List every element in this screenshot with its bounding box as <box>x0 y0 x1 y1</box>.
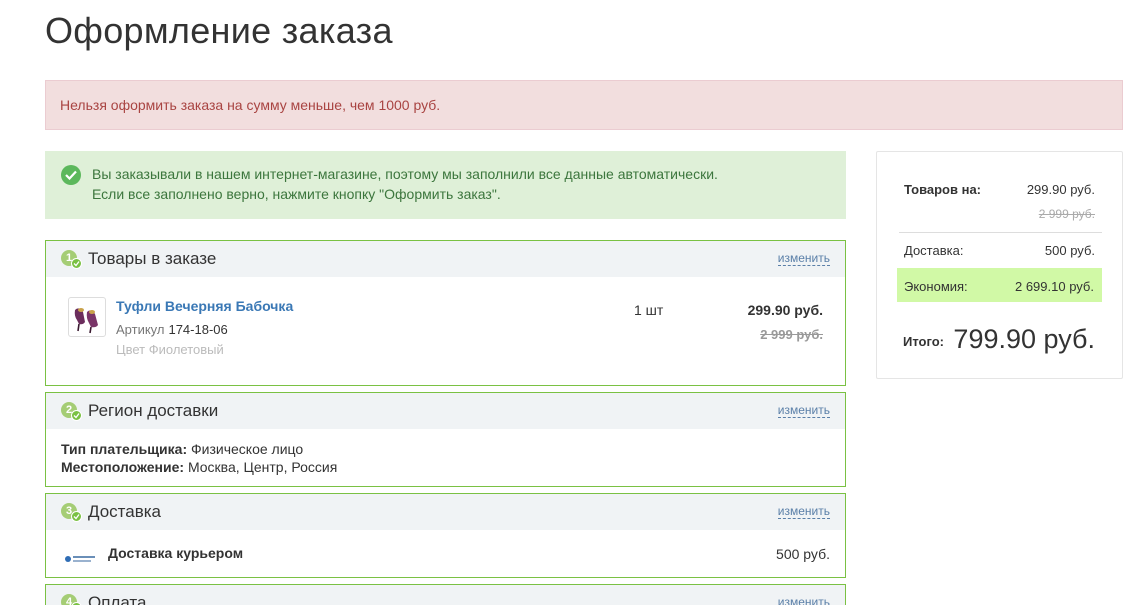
summary-economy-value: 2 699.10 руб. <box>1014 279 1094 294</box>
product-quantity: 1 шт <box>634 302 664 318</box>
section-region-title: Регион доставки <box>88 401 219 420</box>
summary-delivery-label: Доставка: <box>904 243 964 258</box>
summary-total-value: 799.90 руб. <box>953 324 1095 354</box>
section-delivery-title: Доставка <box>88 502 162 521</box>
section-delivery-header[interactable]: 3 Доставка изменить <box>46 494 845 530</box>
shoe-image-icon <box>74 308 98 334</box>
location-label: Местоположение: <box>61 459 185 475</box>
error-message: Нельзя оформить заказа на сумму меньше, … <box>60 97 441 113</box>
change-region-link[interactable]: изменить <box>777 404 830 418</box>
product-color: Цвет Фиолетовый <box>116 342 224 356</box>
payer-type-label: Тип плательщика: <box>61 441 188 457</box>
section-region: 2 Регион доставки изменить Тип плательщи… <box>45 392 846 487</box>
product-old-price: 2 999 руб. <box>760 327 823 342</box>
courier-delivery-logo-icon <box>64 550 96 562</box>
step-number-badge: 3 <box>61 503 82 522</box>
change-payment-link[interactable]: изменить <box>778 596 830 605</box>
product-price: 299.90 руб. <box>747 302 823 318</box>
section-goods: 1 Товары в заказе изменить Туфли Вечерня… <box>45 240 846 386</box>
step-done-check-icon <box>71 410 82 421</box>
summary-goods-old-value: 2 999 руб. <box>1038 207 1095 221</box>
summary-total-label: Итого: <box>903 334 944 349</box>
section-payment: 4 Оплата изменить <box>45 584 846 605</box>
section-goods-title: Товары в заказе <box>88 249 217 268</box>
summary-goods-value: 299.90 руб. <box>1026 182 1095 197</box>
location-value: Москва, Центр, Россия <box>187 459 338 475</box>
product-article: Артикул 174-18-06 <box>116 322 228 337</box>
product-name-link[interactable]: Туфли Вечерняя Бабочка <box>116 298 293 314</box>
section-delivery: 3 Доставка изменить Доставка курьером 50… <box>45 493 846 578</box>
summary-economy-row: Экономия: 2 699.10 руб. <box>897 268 1102 302</box>
success-message-line1: Вы заказывали в нашем интернет-магазине,… <box>92 166 718 182</box>
product-article-value: 174-18-06 <box>168 322 228 337</box>
section-goods-header[interactable]: 1 Товары в заказе изменить <box>46 241 845 277</box>
summary-economy-label: Экономия: <box>904 279 968 294</box>
change-goods-link[interactable]: изменить <box>777 252 830 266</box>
order-summary-panel: Товаров на: 299.90 руб. 2 999 руб. Доста… <box>876 151 1123 379</box>
product-thumbnail[interactable] <box>68 297 106 337</box>
success-message-line2: Если все заполнено верно, нажмите кнопку… <box>92 186 501 202</box>
summary-goods-label: Товаров на: <box>904 182 982 197</box>
page-title: Оформление заказа <box>45 10 393 51</box>
delivery-method-name: Доставка курьером <box>108 545 244 561</box>
step-done-check-icon <box>71 258 82 269</box>
min-order-error-alert: Нельзя оформить заказа на сумму меньше, … <box>45 80 1123 130</box>
step-number-badge: 4 <box>61 594 82 605</box>
change-delivery-link[interactable]: изменить <box>777 505 830 519</box>
payer-type-row: Тип плательщика: Физическое лицо <box>61 441 303 457</box>
delivery-method-price: 500 руб. <box>776 546 830 562</box>
section-payment-title: Оплата <box>88 593 147 605</box>
summary-divider <box>899 232 1102 233</box>
check-circle-icon <box>61 165 81 185</box>
step-number-badge: 2 <box>61 402 82 421</box>
payer-type-value: Физическое лицо <box>191 441 304 457</box>
location-row: Местоположение: Москва, Центр, Россия <box>61 459 337 475</box>
section-region-header[interactable]: 2 Регион доставки изменить <box>46 393 845 429</box>
summary-delivery-value: 500 руб. <box>1044 243 1095 258</box>
autofill-success-alert: Вы заказывали в нашем интернет-магазине,… <box>45 151 846 219</box>
step-done-check-icon <box>71 511 82 522</box>
section-payment-header[interactable]: 4 Оплата изменить <box>46 585 845 605</box>
step-number-badge: 1 <box>61 250 82 269</box>
